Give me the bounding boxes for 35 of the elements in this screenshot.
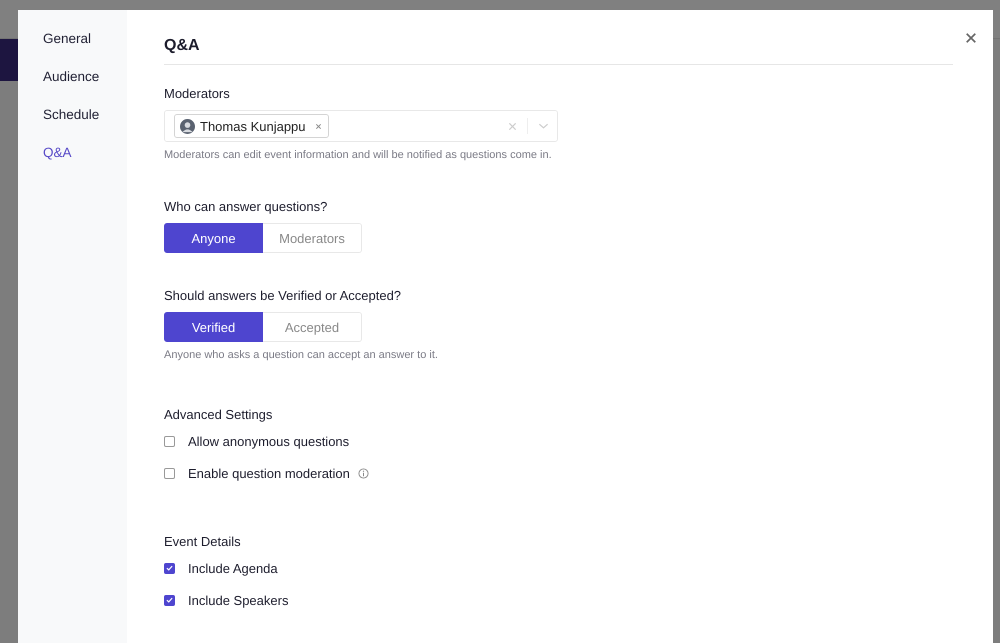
close-icon[interactable] <box>965 32 977 44</box>
checkbox-label: Enable question moderation <box>188 466 350 480</box>
banner <box>0 39 18 81</box>
sidebar-item[interactable]: Schedule <box>43 106 100 123</box>
checkbox-label: Include Speakers <box>188 592 288 608</box>
avatar-icon <box>180 118 195 134</box>
help-text: Moderators can edit event information and will be notified as questions come in. <box>164 148 552 162</box>
field-label: Moderators <box>164 85 230 102</box>
checkbox-row[interactable]: Include Agenda <box>164 552 278 584</box>
field-label: Should answers be Verified or Accepted? <box>164 287 402 304</box>
moderators-select[interactable]: Thomas Kunjappu <box>164 110 558 142</box>
checkbox[interactable] <box>164 562 175 574</box>
checkbox[interactable] <box>164 436 175 446</box>
remove-icon[interactable] <box>314 122 322 130</box>
segment-button[interactable]: Anyone <box>164 223 263 253</box>
checkbox-label: Include Agenda <box>188 560 278 576</box>
checkbox-row[interactable]: Include Speakers <box>164 584 288 616</box>
sidebar-item[interactable]: Audience <box>43 68 100 85</box>
segment-button[interactable]: Accepted <box>263 312 362 342</box>
checkbox[interactable] <box>164 594 175 606</box>
user-name: Thomas Kunjappu <box>200 118 306 134</box>
checkbox-row[interactable]: Allow anonymous questions <box>164 425 350 457</box>
group-label: Event Details <box>164 533 241 550</box>
group-label: Advanced Settings <box>164 406 272 423</box>
section-title: Q&A <box>164 36 200 56</box>
info-icon[interactable] <box>358 468 369 478</box>
segment-button[interactable]: Moderators <box>263 223 362 253</box>
checkbox-label: Allow anonymous questions <box>188 434 350 448</box>
field-label: Who can answer questions? <box>164 198 328 215</box>
segment-button[interactable]: Verified <box>164 312 263 342</box>
checkbox-row[interactable]: Enable question moderation <box>164 457 369 489</box>
sidebar-item[interactable]: General <box>43 30 92 47</box>
checkbox[interactable] <box>164 468 175 478</box>
help-text: Anyone who asks a question can accept an answer to it. <box>164 348 438 362</box>
sidebar-item[interactable]: Q&A <box>43 144 72 161</box>
